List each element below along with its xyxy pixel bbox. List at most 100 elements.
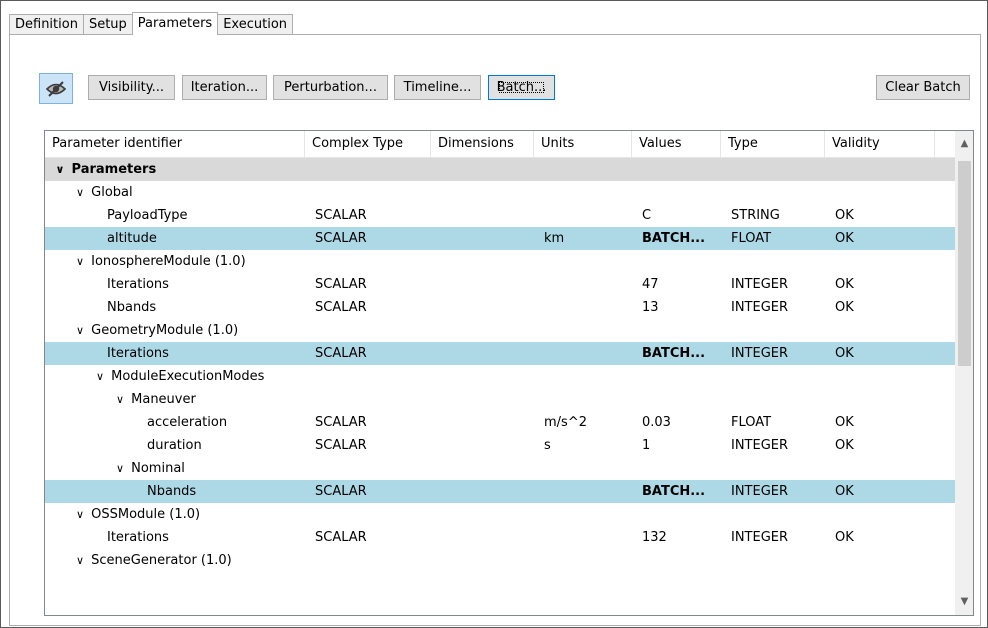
clear-batch-button[interactable]: Clear Batch <box>876 75 970 100</box>
chevron-down-icon[interactable]: ∨ <box>53 158 67 181</box>
dimensions-cell <box>441 227 525 250</box>
table-row[interactable]: ∨ Maneuver <box>45 388 955 411</box>
timeline-button[interactable]: Timeline... <box>394 75 481 100</box>
column-header-dimensions[interactable]: Dimensions <box>431 131 534 157</box>
parameter-identifier-cell: duration <box>133 434 317 457</box>
validity-cell: OK <box>835 484 854 499</box>
values-cell: C <box>642 208 652 223</box>
parameter-name: ModuleExecutionModes <box>107 369 265 384</box>
scroll-up-icon[interactable]: ▲ <box>956 135 973 152</box>
units-cell: km <box>544 231 565 246</box>
chevron-down-icon[interactable]: ∨ <box>73 549 87 572</box>
chevron-down-icon[interactable]: ∨ <box>113 388 127 411</box>
parameter-identifier-cell: ∨ SceneGenerator (1.0) <box>73 549 303 572</box>
chevron-down-icon[interactable]: ∨ <box>73 181 87 204</box>
perturbation-button[interactable]: Perturbation... <box>273 75 388 100</box>
units-cell: m/s^2 <box>544 415 587 430</box>
parameter-name: Maneuver <box>127 392 196 407</box>
iteration-button[interactable]: Iteration... <box>182 75 267 100</box>
parameter-identifier-cell: Iterations <box>93 342 317 365</box>
parameter-identifier-cell: Iterations <box>93 273 317 296</box>
parameter-name: duration <box>147 438 202 453</box>
table-row[interactable]: Iterations SCALAR BATCH... INTEGER OK <box>45 342 955 365</box>
dimensions-cell <box>441 411 525 434</box>
table-row[interactable]: ∨ IonosphereModule (1.0) <box>45 250 955 273</box>
complex-type-cell: SCALAR <box>315 415 367 430</box>
iteration-label: Iteration... <box>190 80 259 95</box>
values-cell: 13 <box>642 300 659 315</box>
chevron-down-icon[interactable]: ∨ <box>73 319 87 342</box>
parameter-name: Global <box>87 185 133 200</box>
tab-parameters[interactable]: Parameters <box>131 12 219 35</box>
units-cell <box>544 342 628 365</box>
parameter-identifier-cell: altitude <box>93 227 317 250</box>
table-row[interactable]: PayloadType SCALAR C STRING OK <box>45 204 955 227</box>
parameters-tree-table[interactable]: Parameter identifier Complex Type Dimens… <box>44 130 974 616</box>
table-row[interactable]: ∨ SceneGenerator (1.0) <box>45 549 955 572</box>
dimensions-cell <box>441 434 525 457</box>
window-frame: Definition Setup Parameters Execution Vi… <box>0 0 988 628</box>
table-row[interactable]: altitude SCALAR km BATCH... FLOAT OK <box>45 227 955 250</box>
units-cell: s <box>544 438 551 453</box>
type-cell: INTEGER <box>731 438 789 453</box>
table-header: Parameter identifier Complex Type Dimens… <box>45 131 955 158</box>
table-row[interactable]: ∨ Nominal <box>45 457 955 480</box>
type-cell: INTEGER <box>731 346 789 361</box>
table-row[interactable]: ∨ GeometryModule (1.0) <box>45 319 955 342</box>
vertical-scrollbar[interactable]: ▲ ▼ <box>955 131 973 615</box>
validity-cell: OK <box>835 415 854 430</box>
column-header-parameter-identifier[interactable]: Parameter identifier <box>45 131 305 157</box>
column-header-complex-type[interactable]: Complex Type <box>305 131 431 157</box>
type-cell: INTEGER <box>731 277 789 292</box>
scrollbar-thumb[interactable] <box>958 161 971 366</box>
visibility-button[interactable]: Visibility... <box>88 75 175 100</box>
column-header-values[interactable]: Values <box>632 131 721 157</box>
parameter-identifier-cell: ∨ Parameters <box>53 158 303 181</box>
parameter-identifier-cell: Nbands <box>133 480 317 503</box>
tab-execution[interactable]: Execution <box>217 14 294 35</box>
column-header-validity[interactable]: Validity <box>825 131 935 157</box>
scroll-down-icon[interactable]: ▼ <box>956 593 973 610</box>
values-cell: 132 <box>642 530 667 545</box>
eye-slash-icon <box>45 81 67 97</box>
table-row[interactable]: acceleration SCALAR m/s^2 0.03 FLOAT OK <box>45 411 955 434</box>
dimensions-cell <box>441 204 525 227</box>
parameter-identifier-cell: ∨ Maneuver <box>113 388 303 411</box>
timeline-label: Timeline... <box>403 80 472 95</box>
column-header-type[interactable]: Type <box>721 131 825 157</box>
column-header-units[interactable]: Units <box>534 131 632 157</box>
complex-type-cell: SCALAR <box>315 277 367 292</box>
parameter-identifier-cell: ∨ Nominal <box>113 457 303 480</box>
chevron-down-icon[interactable]: ∨ <box>113 457 127 480</box>
type-cell: INTEGER <box>731 484 789 499</box>
type-cell: FLOAT <box>731 231 772 246</box>
parameter-name: Iterations <box>107 530 169 545</box>
chevron-down-icon[interactable]: ∨ <box>73 250 87 273</box>
dimensions-cell <box>441 480 525 503</box>
complex-type-cell: SCALAR <box>315 231 367 246</box>
values-cell: 1 <box>642 438 651 453</box>
table-row[interactable]: ∨ ModuleExecutionModes <box>45 365 955 388</box>
table-row[interactable]: Iterations SCALAR 132 INTEGER OK <box>45 526 955 549</box>
table-row[interactable]: ∨ Global <box>45 181 955 204</box>
values-cell: 47 <box>642 277 659 292</box>
tab-setup[interactable]: Setup <box>82 14 133 35</box>
table-row[interactable]: ∨ OSSModule (1.0) <box>45 503 955 526</box>
visibility-toggle-button[interactable] <box>39 73 73 104</box>
table-row[interactable]: duration SCALAR s 1 INTEGER OK <box>45 434 955 457</box>
complex-type-cell: SCALAR <box>315 300 367 315</box>
chevron-down-icon[interactable]: ∨ <box>73 503 87 526</box>
parameter-identifier-cell: acceleration <box>133 411 317 434</box>
batch-button[interactable]: Batch... <box>488 75 555 100</box>
tree-group-row[interactable]: ∨ Parameters <box>45 158 955 181</box>
table-row[interactable]: Nbands SCALAR BATCH... INTEGER OK <box>45 480 955 503</box>
table-row[interactable]: Iterations SCALAR 47 INTEGER OK <box>45 273 955 296</box>
validity-cell: OK <box>835 438 854 453</box>
type-cell: INTEGER <box>731 300 789 315</box>
tab-definition[interactable]: Definition <box>9 14 84 35</box>
table-row[interactable]: Nbands SCALAR 13 INTEGER OK <box>45 296 955 319</box>
chevron-down-icon[interactable]: ∨ <box>93 365 107 388</box>
validity-cell: OK <box>835 346 854 361</box>
values-cell: BATCH... <box>642 346 706 361</box>
dimensions-cell <box>441 273 525 296</box>
